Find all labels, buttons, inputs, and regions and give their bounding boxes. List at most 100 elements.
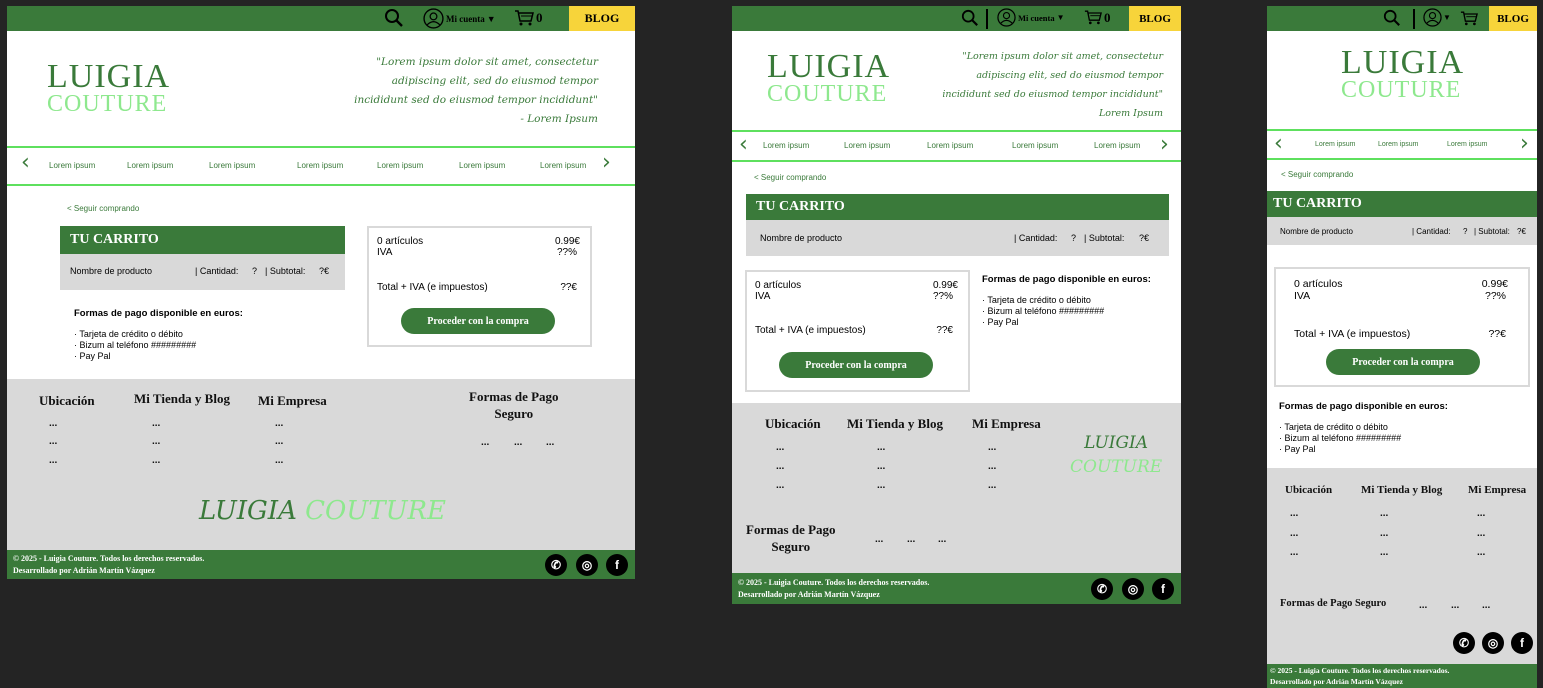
footer-link[interactable]: ... <box>776 461 784 472</box>
whatsapp-icon[interactable]: ✆ <box>1453 632 1475 654</box>
logo-couture: COUTURE <box>1341 77 1462 103</box>
footer-link[interactable]: ... <box>49 418 57 429</box>
nav-item[interactable]: Lorem ipsum <box>49 161 95 170</box>
payment-title: Formas de pago disponible en euros: <box>1279 401 1448 412</box>
nav-item[interactable]: Lorem ipsum <box>297 161 343 170</box>
instagram-icon[interactable]: ◎ <box>1482 632 1504 654</box>
footer-link[interactable]: ... <box>152 418 160 429</box>
footer-link[interactable]: ... <box>877 480 885 491</box>
footer-link[interactable]: ... <box>1290 528 1298 539</box>
nav-item[interactable]: Lorem ipsum <box>1094 141 1140 150</box>
chevron-left-icon[interactable]: ‹ <box>21 150 30 175</box>
blog-link[interactable]: BLOG <box>1129 6 1181 31</box>
payment-item: · Pay Pal <box>982 317 1019 327</box>
instagram-icon[interactable]: ◎ <box>1122 578 1144 600</box>
subtotal-label: | Subtotal: <box>1084 233 1125 243</box>
cart-button[interactable]: 0 <box>1084 9 1111 26</box>
back-link[interactable]: < Seguir comprando <box>67 204 139 213</box>
whatsapp-icon[interactable]: ✆ <box>545 554 567 576</box>
checkout-button[interactable]: Proceder con la compra <box>779 352 933 378</box>
nav-item[interactable]: Lorem ipsum <box>1315 141 1355 148</box>
nav-top-border <box>732 130 1181 132</box>
footer-link[interactable]: ... <box>988 480 996 491</box>
whatsapp-icon[interactable]: ✆ <box>1091 578 1113 600</box>
account-button[interactable]: ▼ <box>1423 8 1451 27</box>
account-button[interactable]: Mi cuenta ▼ <box>997 8 1065 27</box>
footer-link[interactable]: ... <box>988 442 996 453</box>
payment-icon: ... <box>875 534 884 545</box>
nav-item[interactable]: Lorem ipsum <box>927 141 973 150</box>
chevron-left-icon[interactable]: ‹ <box>1274 131 1283 156</box>
checkout-button[interactable]: Proceder con la compra <box>401 308 555 334</box>
nav-item[interactable]: Lorem ipsum <box>844 141 890 150</box>
nav-item[interactable]: Lorem ipsum <box>1447 141 1487 148</box>
cart-button[interactable]: 0 <box>514 9 543 27</box>
nav-item[interactable]: Lorem ipsum <box>127 161 173 170</box>
total-label: Total + IVA (e impuestos) <box>377 282 488 293</box>
subtotal-value: ?€ <box>319 266 330 276</box>
facebook-icon[interactable]: f <box>1511 632 1533 654</box>
nav-item[interactable]: Lorem ipsum <box>377 161 423 170</box>
nav-top-border <box>7 146 635 148</box>
nav-item[interactable]: Lorem ipsum <box>540 161 586 170</box>
articles-label: 0 artículos <box>1294 278 1343 290</box>
footer-logo-script: LUIGIA COUTURE <box>199 496 447 526</box>
footer-link[interactable]: ... <box>877 442 885 453</box>
subtotal-value: ?€ <box>1517 227 1526 236</box>
footer-link[interactable]: ... <box>988 461 996 472</box>
articles-value: 0.99€ <box>932 280 958 291</box>
footer-link[interactable]: ... <box>1477 508 1485 519</box>
payment-item: · Pay Pal <box>74 351 111 361</box>
cart-button[interactable] <box>1460 10 1478 27</box>
footer-link[interactable]: ... <box>776 480 784 491</box>
chevron-left-icon[interactable]: ‹ <box>739 132 748 157</box>
blog-link[interactable]: BLOG <box>1489 6 1537 31</box>
footer-link[interactable]: ... <box>1290 508 1298 519</box>
instagram-icon[interactable]: ◎ <box>576 554 598 576</box>
footer-link[interactable]: ... <box>1380 528 1388 539</box>
footer-link[interactable]: ... <box>152 436 160 447</box>
footer-link[interactable]: ... <box>1380 547 1388 558</box>
search-icon[interactable] <box>384 8 404 28</box>
chevron-right-icon[interactable]: › <box>1520 131 1529 156</box>
nav-item[interactable]: Lorem ipsum <box>209 161 255 170</box>
footer-link[interactable]: ... <box>152 455 160 466</box>
facebook-icon[interactable]: f <box>1152 578 1174 600</box>
facebook-icon[interactable]: f <box>606 554 628 576</box>
blog-link[interactable]: BLOG <box>569 6 635 31</box>
footer-link[interactable]: ... <box>1477 547 1485 558</box>
footer-link[interactable]: ... <box>275 418 283 429</box>
nav-item[interactable]: Lorem ipsum <box>1012 141 1058 150</box>
chevron-right-icon[interactable]: › <box>1160 132 1169 157</box>
account-label: Mi cuenta <box>1018 12 1055 23</box>
payment-item: · Pay Pal <box>1279 444 1316 454</box>
back-link[interactable]: < Seguir comprando <box>1281 170 1353 179</box>
footer-link[interactable]: ... <box>1290 547 1298 558</box>
search-icon[interactable] <box>1383 9 1401 27</box>
footer-link[interactable]: ... <box>275 455 283 466</box>
footer-link[interactable]: ... <box>49 436 57 447</box>
logo-luigia: LUIGIA <box>1341 44 1465 81</box>
footer-link[interactable]: ... <box>1380 508 1388 519</box>
quantity-value: ? <box>252 266 258 276</box>
nav-item[interactable]: Lorem ipsum <box>1378 141 1418 148</box>
account-button[interactable]: Mi cuenta ▼ <box>423 8 496 29</box>
cart-title: TU CARRITO <box>746 194 1169 220</box>
footer-link[interactable]: ... <box>877 461 885 472</box>
user-icon <box>1423 8 1442 27</box>
back-link[interactable]: < Seguir comprando <box>754 173 826 182</box>
footer-heading-company: Mi Empresa <box>972 416 1041 431</box>
chevron-right-icon[interactable]: › <box>602 150 611 175</box>
search-icon[interactable] <box>961 9 979 27</box>
footer-link[interactable]: ... <box>275 436 283 447</box>
desktop-mockup: Mi cuenta ▼ 0 BLOG LUIGIA COUTURE "Lorem… <box>7 6 635 579</box>
quote-author: Lorem Ipsum <box>1098 108 1163 119</box>
footer-link[interactable]: ... <box>1477 528 1485 539</box>
footer-link[interactable]: ... <box>776 442 784 453</box>
checkout-button[interactable]: Proceder con la compra <box>1326 349 1480 375</box>
footer-link[interactable]: ... <box>49 455 57 466</box>
nav-item[interactable]: Lorem ipsum <box>763 141 809 150</box>
quantity-label: | Cantidad: <box>1412 227 1451 236</box>
nav-item[interactable]: Lorem ipsum <box>459 161 505 170</box>
logo-couture: COUTURE <box>767 81 888 107</box>
